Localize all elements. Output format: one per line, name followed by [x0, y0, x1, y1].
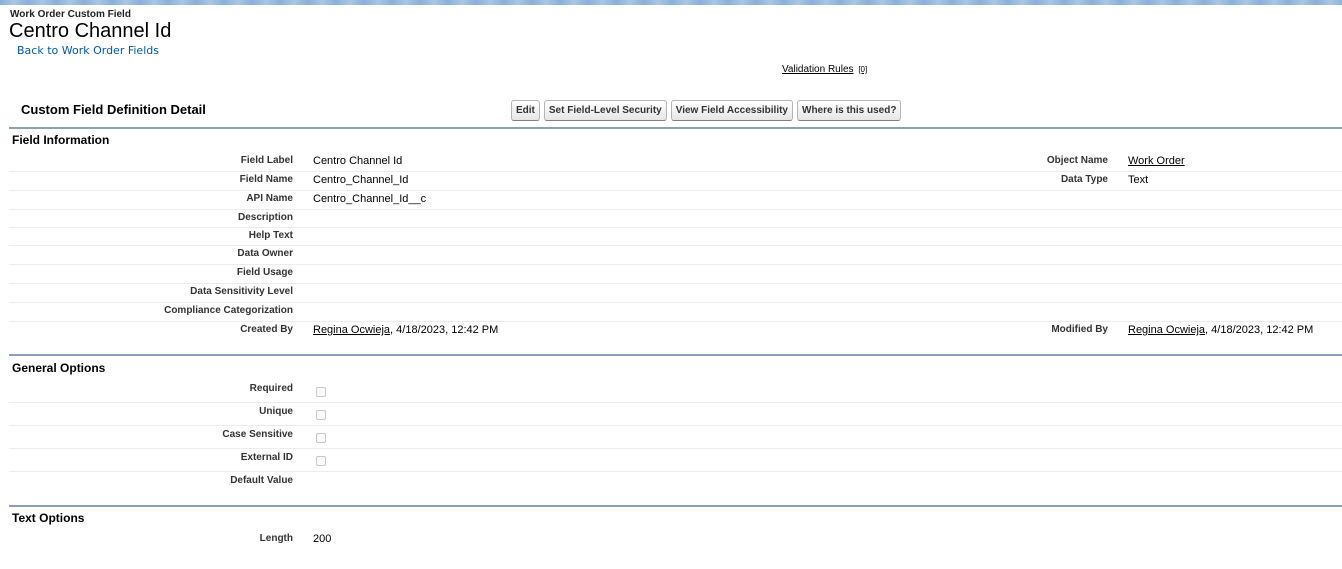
detail-row: Description	[9, 210, 1342, 228]
compliance-categorization-label: Compliance Categorization	[164, 305, 293, 316]
length-value: 200	[313, 533, 332, 545]
text-options-divider	[9, 505, 1342, 507]
modified-by-label: Modified By	[1051, 324, 1108, 335]
detail-row: Field Usage	[9, 265, 1342, 284]
field-usage-label: Field Usage	[236, 267, 293, 278]
created-by-label: Created By	[240, 324, 293, 335]
object-name-link[interactable]: Work Order	[1128, 155, 1185, 167]
object-name-label: Object Name	[1046, 155, 1108, 166]
external-id-checkbox	[316, 456, 326, 466]
view-field-accessibility-button[interactable]: View Field Accessibility	[670, 100, 793, 121]
detail-row: Length 200	[9, 530, 1342, 550]
api-name-label: API Name	[246, 193, 293, 204]
field-label-value: Centro Channel Id	[313, 155, 403, 167]
page-title: Centro Channel Id	[9, 20, 172, 42]
modified-by-value: Regina Ocwieja, 4/18/2023, 12:42 PM	[1128, 324, 1313, 336]
validation-rules-link[interactable]: Validation Rules	[782, 64, 854, 75]
detail-row: Default Value	[9, 472, 1342, 492]
text-options-title: Text Options	[12, 511, 85, 525]
field-information-title: Field Information	[12, 133, 110, 147]
set-field-level-security-button[interactable]: Set Field-Level Security	[543, 100, 667, 121]
unique-checkbox	[316, 410, 326, 420]
created-by-value: Regina Ocwieja, 4/18/2023, 12:42 PM	[313, 324, 498, 336]
modified-by-date: , 4/18/2023, 12:42 PM	[1205, 324, 1314, 336]
field-name-value: Centro_Channel_Id	[313, 174, 409, 186]
field-label-label: Field Label	[240, 155, 293, 166]
detail-row: Field Name Centro_Channel_Id Data Type T…	[9, 172, 1342, 191]
unique-label: Unique	[259, 406, 293, 417]
general-options-title: General Options	[12, 361, 106, 375]
back-to-fields-link[interactable]: Back to Work Order Fields	[17, 44, 159, 57]
detail-row: Created By Regina Ocwieja, 4/18/2023, 12…	[9, 322, 1342, 342]
default-value-label: Default Value	[230, 475, 293, 486]
detail-row: Data Sensitivity Level	[9, 284, 1342, 303]
edit-button[interactable]: Edit	[511, 100, 540, 121]
detail-row: Data Owner	[9, 246, 1342, 265]
where-is-this-used-button[interactable]: Where is this used?	[797, 100, 902, 121]
detail-row: Case Sensitive	[9, 426, 1342, 449]
general-options-divider	[9, 354, 1342, 356]
detail-row: Help Text	[9, 228, 1342, 246]
data-sensitivity-label: Data Sensitivity Level	[190, 286, 293, 297]
data-type-value: Text	[1128, 174, 1149, 186]
api-name-value: Centro_Channel_Id__c	[313, 193, 427, 205]
external-id-label: External ID	[240, 452, 293, 463]
detail-row: Compliance Categorization	[9, 303, 1342, 322]
created-by-user-link[interactable]: Regina Ocwieja	[313, 324, 390, 336]
case-sensitive-checkbox	[316, 433, 326, 443]
field-information-divider	[9, 127, 1342, 129]
created-by-date: , 4/18/2023, 12:42 PM	[390, 324, 499, 336]
detail-row: External ID	[9, 449, 1342, 472]
required-checkbox	[316, 387, 326, 397]
top-banner-bar	[0, 0, 1342, 5]
detail-row: Unique	[9, 403, 1342, 426]
description-label: Description	[237, 212, 293, 223]
required-label: Required	[249, 383, 293, 394]
validation-rules-count[interactable]: [0]	[858, 65, 867, 74]
related-list-links: Validation Rules [0]	[782, 64, 867, 75]
detail-row: Required	[9, 380, 1342, 403]
detail-button-bar: Edit Set Field-Level Security View Field…	[511, 100, 902, 121]
data-type-label: Data Type	[1060, 174, 1108, 185]
modified-by-user-link[interactable]: Regina Ocwieja	[1128, 324, 1205, 336]
detail-row: API Name Centro_Channel_Id__c	[9, 191, 1342, 210]
field-name-label: Field Name	[239, 174, 293, 185]
case-sensitive-label: Case Sensitive	[222, 429, 293, 440]
length-label: Length	[259, 533, 293, 544]
data-owner-label: Data Owner	[237, 248, 293, 259]
detail-row: Field Label Centro Channel Id Object Nam…	[9, 152, 1342, 172]
detail-heading: Custom Field Definition Detail	[21, 102, 206, 117]
help-text-label: Help Text	[248, 230, 293, 241]
